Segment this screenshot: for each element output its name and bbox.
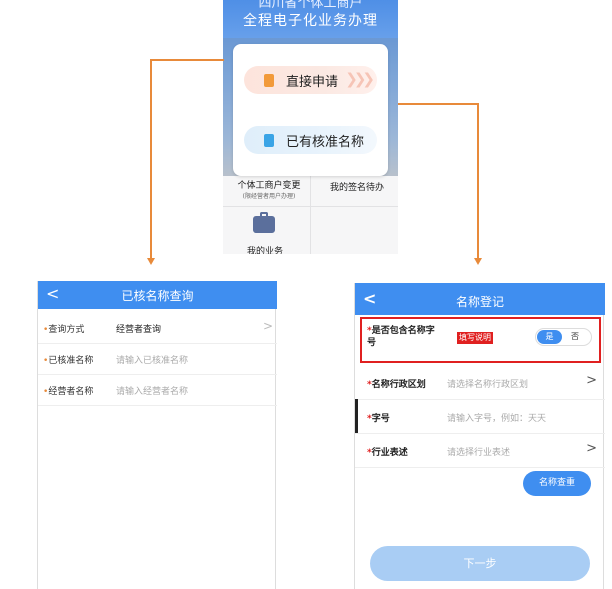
top-screen: 四川省个体工商户 全程电子化业务办理 个体工商户变更 (限经营者用户办理) 我的…: [223, 0, 398, 254]
connector-right-horizontal: [398, 103, 478, 105]
approved-name-button[interactable]: 已有核准名称: [244, 126, 377, 154]
query-method-value: 经营者查询: [116, 325, 162, 335]
admin-division-row[interactable]: *名称行政区划 请选择名称行政区划 >: [355, 365, 605, 400]
direct-apply-label: 直接申请: [286, 74, 339, 90]
query-method-label: 查询方式: [48, 325, 85, 335]
grid-item-my-business[interactable]: 我的业务: [235, 244, 295, 254]
operator-name-input[interactable]: 请输入经营者名称: [116, 384, 188, 397]
document-icon: [264, 73, 274, 87]
admin-division-select[interactable]: 请选择名称行政区划: [447, 377, 528, 390]
approved-name-label: 已有核准名称: [286, 134, 365, 150]
top-title-line2: 全程电子化业务办理: [243, 13, 378, 29]
admin-division-label: 名称行政区划: [371, 380, 426, 390]
operator-name-row: •经营者名称 请输入经营者名称: [38, 374, 277, 406]
operator-name-label: 经营者名称: [48, 387, 94, 397]
briefcase-icon: [253, 216, 275, 233]
chevron-right-icon: >: [262, 319, 273, 333]
query-method-row[interactable]: •查询方式 经营者查询 >: [38, 312, 277, 344]
double-chevron-icon: ❯❯❯: [345, 70, 375, 88]
arrow-down-icon: [474, 258, 482, 265]
industry-select[interactable]: 请选择行业表述: [447, 445, 510, 458]
approved-name-input[interactable]: 请输入已核准名称: [116, 353, 188, 366]
approved-name-row: •已核准名称 请输入已核准名称: [38, 343, 277, 375]
page-title: 已核名称查询: [121, 289, 194, 303]
connector-right-vertical: [477, 103, 479, 259]
industry-row[interactable]: *行业表述 请选择行业表述 >: [355, 433, 605, 468]
apply-popup: 直接申请 ❯❯❯ 已有核准名称: [233, 44, 388, 176]
trade-name-row: *字号 请输入字号，例如：天天: [355, 399, 605, 434]
trade-name-input[interactable]: 请输入字号，例如：天天: [447, 411, 546, 424]
left-header: < 已核名称查询: [38, 281, 277, 309]
connector-left-horizontal: [150, 59, 224, 61]
grid-item-change-note: (限经营者用户办理): [242, 193, 296, 200]
chevron-right-icon: >: [586, 373, 597, 388]
connector-left-vertical: [150, 59, 152, 259]
next-step-button[interactable]: 下一步: [370, 546, 590, 581]
page-title: 名称登记: [455, 295, 504, 309]
right-header: < 名称登记: [355, 283, 605, 315]
name-registration-screen: < 名称登记 *是否包含名称字号 填写说明 是 否 *名称行政区划 请选择名称行…: [354, 283, 605, 589]
direct-apply-button[interactable]: 直接申请 ❯❯❯: [244, 66, 377, 94]
grid-item-change[interactable]: 个体工商户变更: [227, 178, 311, 191]
trade-name-label: 字号: [371, 414, 390, 424]
approved-name-query-screen: < 已核名称查询 •查询方式 经营者查询 > •已核准名称 请输入已核准名称 •…: [37, 281, 277, 589]
highlight-box: [360, 317, 601, 363]
name-check-button[interactable]: 名称查重: [523, 471, 591, 496]
grid-item-sign-pending[interactable]: 我的签名待办: [315, 180, 398, 193]
arrow-down-icon: [147, 258, 155, 265]
industry-label: 行业表述: [371, 448, 408, 458]
grid-divider: [223, 206, 398, 207]
chevron-right-icon: >: [586, 441, 597, 456]
document-icon: [264, 133, 274, 147]
approved-name-label: 已核准名称: [48, 356, 94, 366]
